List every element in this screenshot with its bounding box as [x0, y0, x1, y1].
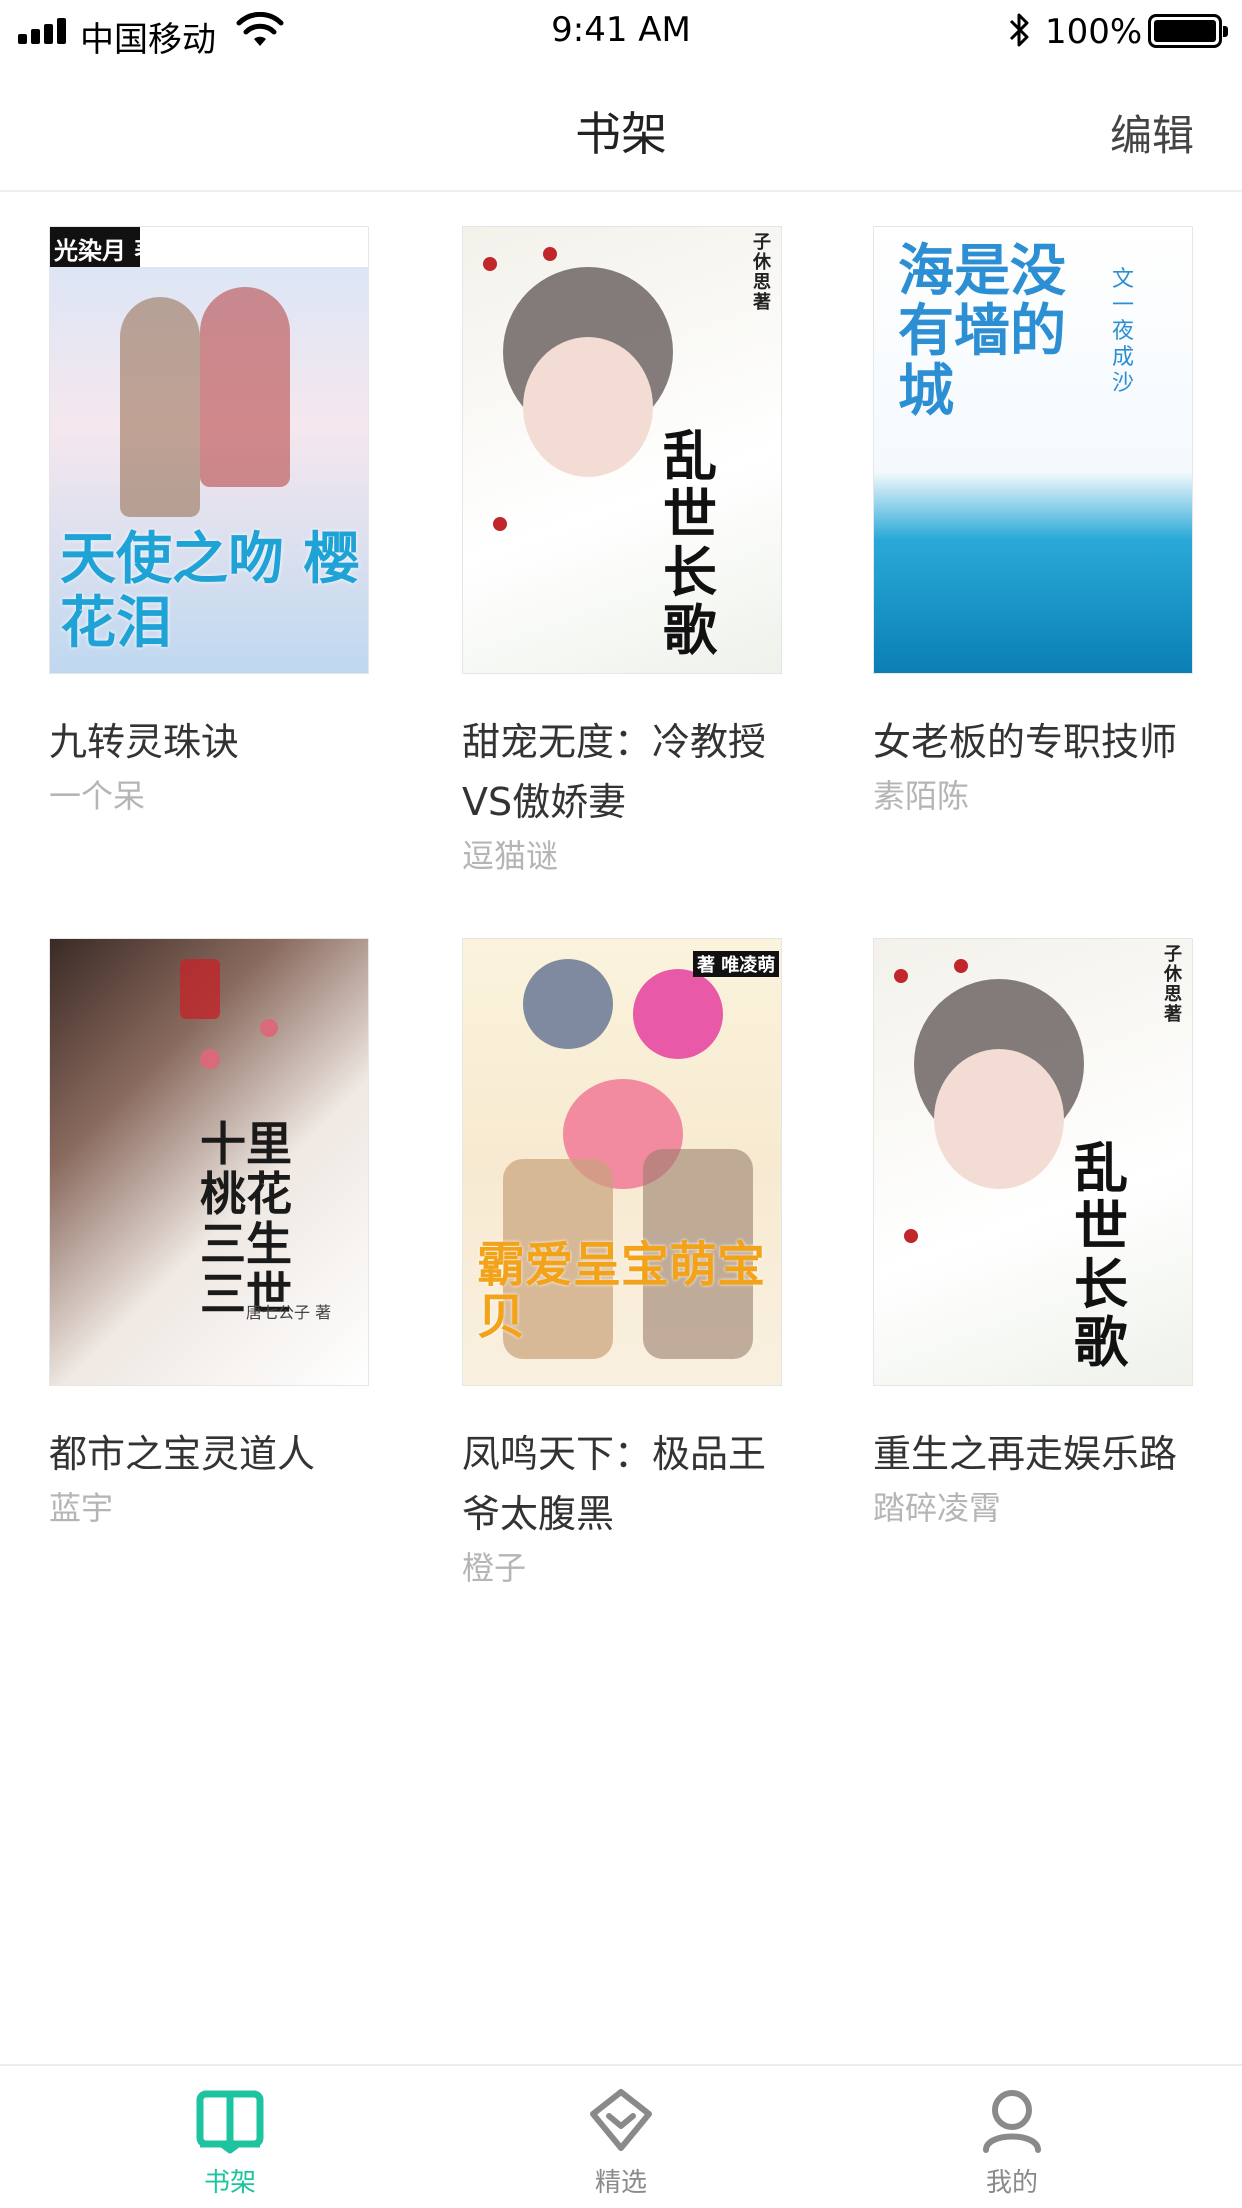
page-title: 书架: [575, 107, 667, 161]
cover-title-text: 十里桃花 三生三世: [200, 1117, 292, 1321]
book-cover[interactable]: 子休思 著 乱世长歌: [462, 226, 782, 674]
book-author: 踏碎凌霄: [873, 1489, 1002, 1527]
book-author: 橙子: [462, 1549, 527, 1587]
book-title: 凤鸣天下：极品王爷太腹黑: [462, 1432, 767, 1536]
cover-author-text: 光染月 著: [54, 236, 159, 265]
person-icon: [983, 2090, 1041, 2153]
cover-author-text: 子休思 著: [753, 232, 771, 313]
book-cover[interactable]: 海是没有墙的城 文 一夜成沙: [873, 226, 1193, 674]
cover-title-text: 海是没有墙的城: [898, 238, 1066, 424]
bluetooth-icon: [1009, 13, 1029, 47]
nav-bar: 书架 编辑: [0, 64, 1242, 192]
cover-title-text: 霸爱呈宝萌宝贝: [477, 1237, 766, 1345]
book-title: 九转灵珠诀: [49, 720, 240, 764]
book-author: 逗猫谜: [462, 837, 559, 875]
book-item[interactable]: 光染月 著 天使之吻 樱花泪 九转灵珠诀 一个呆: [49, 226, 369, 818]
battery-percent: 100%: [1045, 12, 1143, 52]
book-author: 一个呆: [49, 777, 146, 815]
cover-title-text: 天使之吻 樱花泪: [60, 526, 360, 656]
book-author: 素陌陈: [873, 777, 970, 815]
book-title: 甜宠无度：冷教授VS傲娇妻: [462, 720, 767, 824]
cover-author-text: 唐七公子 著: [246, 1303, 332, 1322]
cover-title-text: 乱世长歌: [1074, 1136, 1128, 1374]
book-item[interactable]: 海是没有墙的城 文 一夜成沙 女老板的专职技师 素陌陈: [873, 226, 1193, 818]
book-item[interactable]: 十里桃花 三生三世 唐七公子 著 都市之宝灵道人 蓝宇: [49, 938, 369, 1530]
tab-label: 我的: [985, 2168, 1038, 2198]
book-title: 重生之再走娱乐路: [873, 1432, 1178, 1476]
book-cover[interactable]: 著 唯凌萌 霸爱呈宝萌宝贝: [462, 938, 782, 1386]
edit-button[interactable]: 编辑: [1110, 102, 1194, 163]
book-item[interactable]: 著 唯凌萌 霸爱呈宝萌宝贝 凤鸣天下：极品王爷太腹黑 橙子: [462, 938, 782, 1590]
tab-featured[interactable]: 精选: [521, 2066, 721, 2208]
bookshelf-screen: 中国移动 9:41 AM 100% 书架 编辑 光染月 著 天使之吻 樱花泪 九…: [0, 0, 1242, 2208]
tab-bookshelf[interactable]: 书架: [130, 2066, 330, 2208]
tab-profile[interactable]: 我的: [912, 2066, 1112, 2208]
book-cover[interactable]: 子休思 著 乱世长歌: [873, 938, 1193, 1386]
tab-label: 精选: [594, 2168, 647, 2198]
status-bar: 中国移动 9:41 AM 100%: [0, 0, 1242, 64]
tab-label: 书架: [203, 2168, 256, 2198]
tab-bar: 书架 精选 我的: [0, 2064, 1242, 2208]
book-cover[interactable]: 十里桃花 三生三世 唐七公子 著: [49, 938, 369, 1386]
cover-title-text: 乱世长歌: [663, 424, 717, 662]
book-author: 蓝宇: [49, 1489, 114, 1527]
book-item[interactable]: 子休思 著 乱世长歌 甜宠无度：冷教授VS傲娇妻 逗猫谜: [462, 226, 782, 878]
book-cover[interactable]: 光染月 著 天使之吻 樱花泪: [49, 226, 369, 674]
book-open-icon: [196, 2090, 264, 2154]
cover-author-text: 著 唯凌萌: [693, 951, 780, 977]
book-item[interactable]: 子休思 著 乱世长歌 重生之再走娱乐路 踏碎凌霄: [873, 938, 1193, 1530]
diamond-icon: [590, 2089, 652, 2151]
battery-icon: [1148, 14, 1228, 48]
book-title: 都市之宝灵道人: [49, 1432, 316, 1476]
cover-author-text: 子休思 著: [1164, 944, 1182, 1025]
cover-author-text: 文 一夜成沙: [1112, 267, 1135, 396]
book-title: 女老板的专职技师: [873, 720, 1178, 764]
